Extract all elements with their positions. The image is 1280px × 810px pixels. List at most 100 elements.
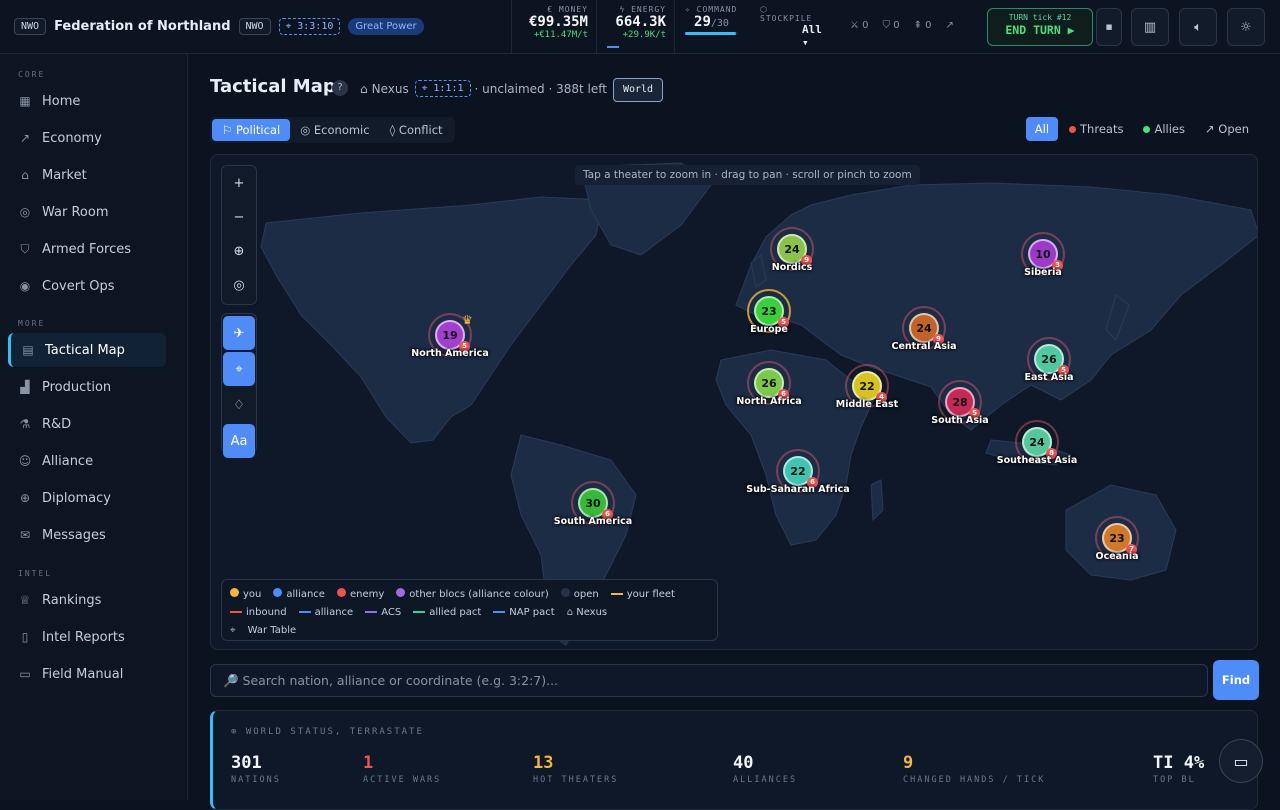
chat-button[interactable]: ▭ <box>1219 739 1263 783</box>
world-status-title: ⊕ WORLD STATUS, TERRASTATE <box>231 727 424 737</box>
layout-toggle-button[interactable]: ▥ <box>1131 8 1169 46</box>
world-button[interactable]: World <box>613 78 663 102</box>
tab-economic[interactable]: ◎ Economic <box>290 119 379 141</box>
speaker-icon: 🔈︎ <box>1194 19 1202 35</box>
shield-icon: ⛉ <box>20 241 30 256</box>
filter-allies[interactable]: Allies <box>1134 117 1194 141</box>
legend-item-nap-pact: NAP pact <box>493 607 555 618</box>
world-status-panel: ⊕ WORLD STATUS, TERRASTATE 301 NATIONS 1 AC… <box>210 710 1258 810</box>
legend-swatch <box>610 592 623 595</box>
legend-war-table: ⌖ War Table <box>230 624 297 636</box>
sidebar-item-tactical-map[interactable]: ▤ Tactical Map <box>8 333 166 367</box>
sidebar-item-messages[interactable]: ✉ Messages <box>8 518 166 552</box>
legend-swatch <box>396 588 406 597</box>
legend-swatch <box>230 588 239 597</box>
legend-item-enemy: enemy <box>336 588 384 600</box>
filter-all[interactable]: All <box>1025 117 1059 141</box>
book-icon: ▭ <box>19 667 31 681</box>
mail-icon: ✉ <box>19 528 31 542</box>
rank-badge: Great Power <box>348 18 424 35</box>
tab-political[interactable]: ⚐ Political <box>212 119 291 141</box>
legend-swatch <box>413 610 426 613</box>
swords-icon: ⚔ 0 <box>850 20 869 31</box>
legend-label: your fleet <box>626 588 675 600</box>
chat-bubble-icon: ▭ <box>1233 751 1249 771</box>
help-icon[interactable]: ? <box>332 80 348 96</box>
sidebar-item-label: Home <box>42 93 81 109</box>
users-icon: ☺ <box>18 454 32 468</box>
money-value: €99.35M <box>528 14 588 30</box>
fleets-layer-button[interactable]: ✈ <box>223 316 255 350</box>
world-stat-hot-theaters: 13 HOT THEATERS <box>533 753 618 785</box>
sidebar-item-r-d[interactable]: ⚗ R&D <box>8 407 166 441</box>
recenter-button[interactable]: ◎ <box>222 268 256 302</box>
columns-icon: ▥ <box>1143 19 1157 35</box>
sidebar-item-production[interactable]: ▟ Production <box>8 370 166 404</box>
command-icon: ✧ <box>685 5 697 14</box>
stockpile-select[interactable]: All ▾ <box>760 23 826 49</box>
sidebar-item-economy[interactable]: ↗ Economy <box>8 121 166 155</box>
end-turn-button[interactable]: TURN tick #12 END TURN ▶ <box>987 8 1093 46</box>
rocket-icon: ⇞ 0 <box>913 20 932 31</box>
theater-label: Oceania <box>1095 551 1139 562</box>
legend-swatch <box>365 610 378 613</box>
theme-button[interactable]: ☼ <box>1227 8 1265 46</box>
nexus-coordinate[interactable]: ⌖ 1:1:1 <box>414 80 471 97</box>
zoom-out-button[interactable]: − <box>222 200 256 234</box>
zoom-controls: + − ⊕ ◎ <box>221 165 257 305</box>
search-input[interactable]: 🔎 Search nation, alliance or coordinate … <box>210 664 1208 697</box>
flame-icon: ◊ <box>389 123 399 137</box>
stat-label: NATIONS <box>231 775 281 785</box>
sidebar-item-field-manual[interactable]: ▭ Field Manual <box>8 657 166 691</box>
sidebar-item-label: Messages <box>42 527 106 543</box>
home-coordinate[interactable]: ⌖ 3:3:10 <box>278 18 341 35</box>
layer-controls: ✈ ⌖ ♢ Aa <box>221 313 257 458</box>
arrow-up-right-icon[interactable]: ↗ <box>946 20 954 31</box>
status-counters: ⚔ 0 ⛉ 0 ⇞ 0 ↗ <box>850 20 954 31</box>
pacts-layer-button[interactable]: ♢ <box>222 388 256 422</box>
world-stat-active-wars: 1 ACTIVE WARS <box>363 753 441 785</box>
legend-label: alliance <box>314 606 354 618</box>
zoom-in-button[interactable]: + <box>222 166 256 200</box>
sidebar-item-intel-reports[interactable]: ▯ Intel Reports <box>8 620 166 654</box>
sidebar-item-alliance[interactable]: ☺ Alliance <box>8 444 166 478</box>
sidebar-item-covert-ops[interactable]: ◉ Covert Ops <box>8 269 166 303</box>
sidebar-item-market[interactable]: ⌂ Market <box>8 158 166 192</box>
pause-button[interactable]: ■ <box>1096 8 1122 46</box>
labels-layer-button[interactable]: Aa <box>223 424 255 458</box>
map-hint: Tap a theater to zoom in · drag to pan ·… <box>575 165 920 185</box>
bank-icon: ⌂ <box>360 81 368 96</box>
markers-layer-button[interactable]: ⌖ <box>223 352 255 386</box>
find-button[interactable]: Find <box>1213 660 1259 700</box>
sidebar-item-war-room[interactable]: ◎ War Room <box>8 195 166 229</box>
filter-threats[interactable]: Threats <box>1060 117 1132 141</box>
nexus-label: Nexus <box>371 81 409 96</box>
sidebar-item-armed-forces[interactable]: ⛉ Armed Forces <box>8 232 166 266</box>
nation-name[interactable]: Federation of Northland <box>54 19 230 34</box>
legend-item-nexus: ⌂ Nexus <box>567 607 607 618</box>
stat-value: 9 <box>903 753 914 773</box>
sound-button[interactable]: 🔈︎ <box>1179 8 1217 46</box>
filter-open[interactable]: ↗ Open <box>1196 117 1258 141</box>
arrow-icon: ↗ <box>1204 122 1219 136</box>
stat-value: 40 <box>733 753 754 773</box>
theater-label: South America <box>553 516 633 527</box>
sidebar-item-diplomacy[interactable]: ⊕ Diplomacy <box>8 481 166 515</box>
map-filters: All Threats Allies ↗ Open <box>1025 117 1258 141</box>
map-mode-tabs: ⚐ Political ◎ Economic ◊ Conflict <box>210 117 455 143</box>
top-bar: NWO Federation of Northland NWO ⌖ 3:3:10… <box>0 0 1280 54</box>
crosshair-icon: ◎ <box>233 277 245 293</box>
legend-label: you <box>243 589 262 600</box>
tab-conflict[interactable]: ◊ Conflict <box>380 119 453 141</box>
legend-label: allied pact <box>429 606 482 618</box>
sidebar-item-home[interactable]: ▦ Home <box>8 84 166 118</box>
stockpile-stat[interactable]: ⬡ STOCKPILE All ▾ <box>752 0 834 54</box>
globe-view-button[interactable]: ⊕ <box>222 234 256 268</box>
legend-item-inbound: inbound <box>230 607 287 618</box>
nexus-info: ⌂ Nexus ⌖ 1:1:1 · unclaimed · 388t left <box>360 80 607 97</box>
money-label: € MONEY <box>547 5 588 14</box>
sidebar: CORE ▦ Home ↗ Economy ⌂ Market ◎ War Room ⛉ Armed… <box>0 54 188 800</box>
tactical-map[interactable]: Tap a theater to zoom in · drag to pan ·… <box>210 154 1258 650</box>
alliance-tag[interactable]: NWO <box>238 18 271 35</box>
sidebar-item-rankings[interactable]: ♕ Rankings <box>8 583 166 617</box>
